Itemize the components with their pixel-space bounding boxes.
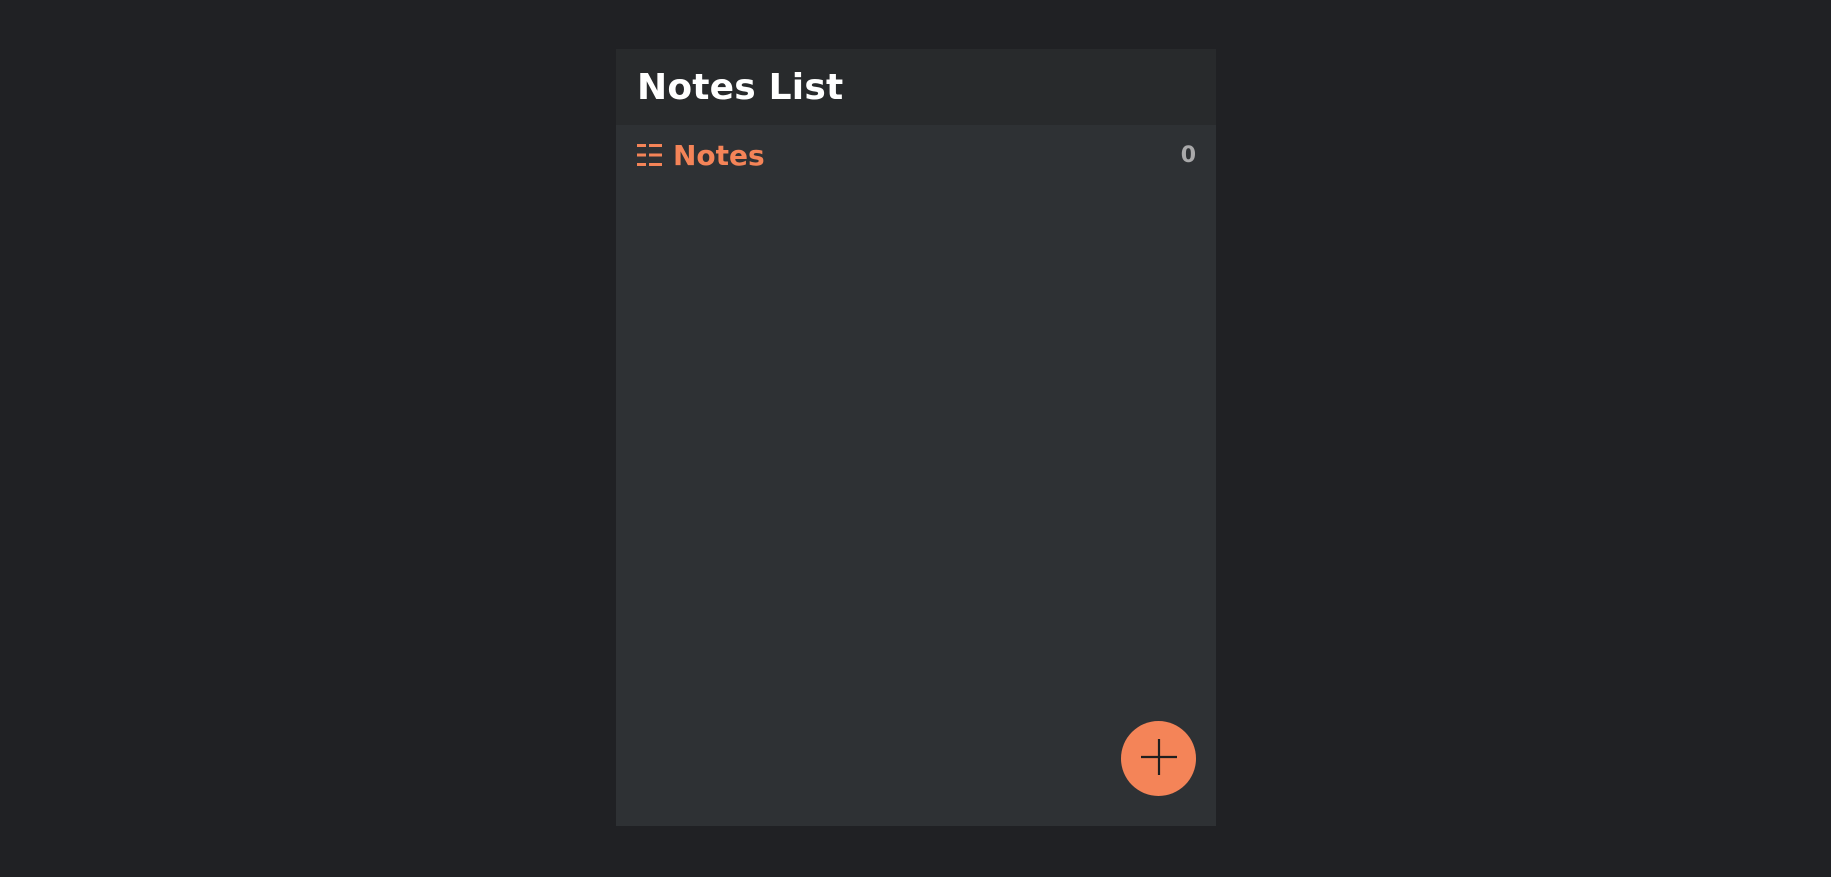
section-label: Notes [673,138,765,172]
plus-icon [1139,737,1179,781]
section-notes[interactable]: Notes 0 [616,125,1216,185]
notes-count-badge: 0 [1180,142,1196,168]
list-icon [637,142,662,168]
panel-header: Notes List [616,49,1216,125]
page-title: Notes List [637,66,844,108]
notes-panel: Notes List Notes 0 [616,49,1216,826]
add-note-button[interactable] [1121,721,1196,796]
